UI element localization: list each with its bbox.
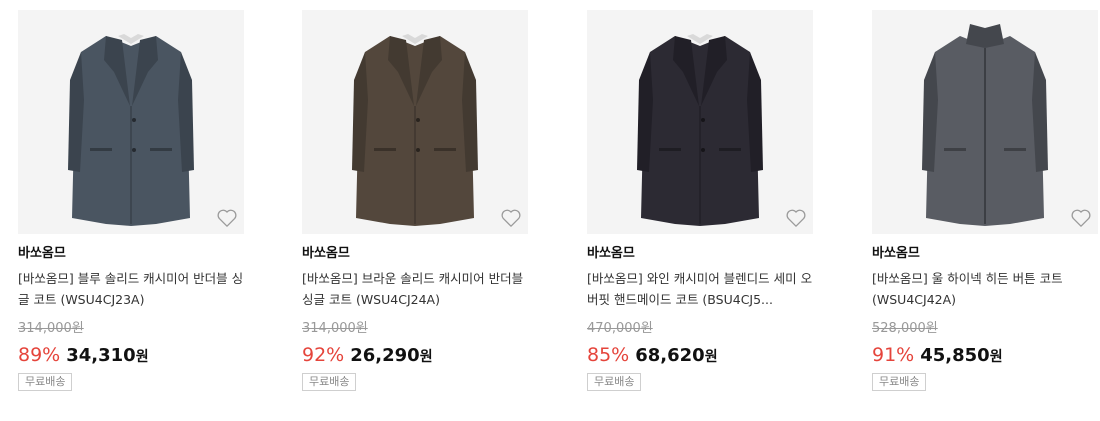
heart-icon[interactable]	[216, 208, 238, 228]
product-image[interactable]	[872, 10, 1098, 234]
product-card[interactable]: 바쏘옴므 [바쏘옴므] 와인 캐시미어 블렌디드 세미 오버핏 핸드메이드 코트…	[587, 0, 813, 391]
currency-unit: 원	[989, 349, 1003, 365]
coat-image	[637, 34, 763, 226]
heart-icon[interactable]	[785, 208, 807, 228]
original-price: 528,000원	[872, 321, 938, 336]
product-card[interactable]: 바쏘옴므 [바쏘옴므] 울 하이넥 히든 버튼 코트(WSU4CJ42A) 52…	[872, 0, 1098, 391]
free-shipping-badge: 무료배송	[18, 373, 73, 391]
discount-rate: 89%	[18, 344, 61, 366]
price-row: 92% 26,290원	[302, 342, 528, 368]
currency-unit: 원	[419, 349, 433, 365]
product-card[interactable]: 바쏘옴므 [바쏘옴므] 브라운 솔리드 캐시미어 반더블 싱글 코트 (WSU4…	[302, 0, 528, 391]
currency-unit: 원	[704, 349, 718, 365]
free-shipping-badge: 무료배송	[302, 373, 357, 391]
product-grid: 바쏘옴므 [바쏘옴므] 블루 솔리드 캐시미어 반더블 싱글 코트 (WSU4C…	[0, 0, 1100, 421]
price-row: 85% 68,620원	[587, 342, 813, 368]
brand-name[interactable]: 바쏘옴므	[18, 246, 244, 262]
discount-rate: 91%	[872, 344, 915, 366]
product-title[interactable]: [바쏘옴므] 브라운 솔리드 캐시미어 반더블 싱글 코트 (WSU4CJ24A…	[302, 268, 528, 310]
price-row: 89% 34,310원	[18, 342, 244, 368]
currency-unit: 원	[135, 349, 149, 365]
original-price: 314,000원	[302, 321, 368, 336]
coat-image	[68, 34, 194, 226]
free-shipping-badge: 무료배송	[872, 373, 927, 391]
product-title[interactable]: [바쏘옴므] 와인 캐시미어 블렌디드 세미 오버핏 핸드메이드 코트 (BSU…	[587, 268, 813, 310]
discount-rate: 92%	[302, 344, 345, 366]
sale-price: 45,850	[920, 345, 990, 366]
free-shipping-badge: 무료배송	[587, 373, 642, 391]
original-price: 470,000원	[587, 321, 653, 336]
heart-icon[interactable]	[1070, 208, 1092, 228]
coat-image	[922, 24, 1048, 226]
product-title[interactable]: [바쏘옴므] 블루 솔리드 캐시미어 반더블 싱글 코트 (WSU4CJ23A)	[18, 268, 244, 310]
price-row: 91% 45,850원	[872, 342, 1098, 368]
sale-price: 34,310	[66, 345, 136, 366]
brand-name[interactable]: 바쏘옴므	[302, 246, 528, 262]
coat-image	[352, 34, 478, 226]
product-image[interactable]	[302, 10, 528, 234]
brand-name[interactable]: 바쏘옴므	[872, 246, 1098, 262]
product-image[interactable]	[18, 10, 244, 234]
heart-icon[interactable]	[500, 208, 522, 228]
brand-name[interactable]: 바쏘옴므	[587, 246, 813, 262]
product-image[interactable]	[587, 10, 813, 234]
discount-rate: 85%	[587, 344, 630, 366]
original-price: 314,000원	[18, 321, 84, 336]
product-title[interactable]: [바쏘옴므] 울 하이넥 히든 버튼 코트(WSU4CJ42A)	[872, 268, 1098, 310]
sale-price: 68,620	[635, 345, 705, 366]
product-card[interactable]: 바쏘옴므 [바쏘옴므] 블루 솔리드 캐시미어 반더블 싱글 코트 (WSU4C…	[18, 0, 244, 391]
sale-price: 26,290	[350, 345, 420, 366]
